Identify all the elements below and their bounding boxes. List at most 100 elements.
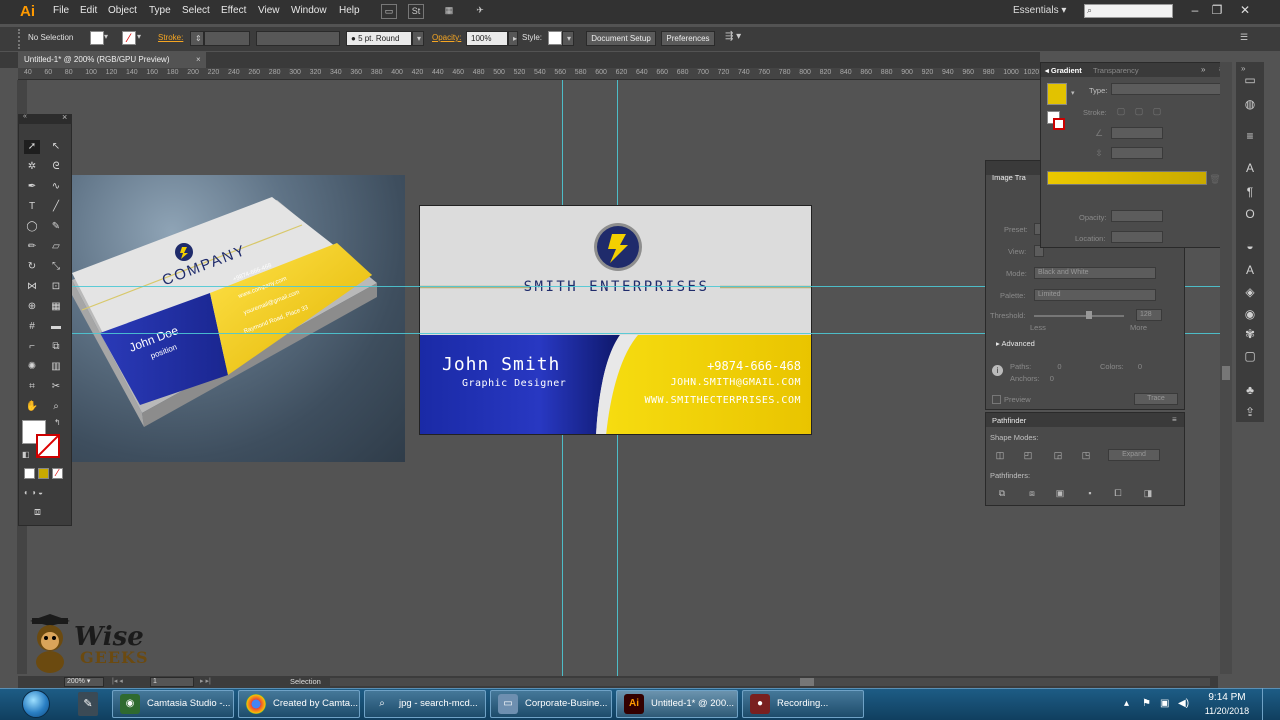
menu-type[interactable]: Type	[149, 5, 171, 16]
control-bar-grip[interactable]	[18, 29, 22, 49]
close-tab-icon[interactable]: ×	[196, 55, 201, 64]
paragraph-icon[interactable]: ≡	[1242, 128, 1258, 144]
asset-export-icon[interactable]: ✾	[1242, 326, 1258, 342]
start-button[interactable]	[22, 690, 50, 718]
menu-window[interactable]: Window	[291, 5, 327, 16]
zoom-dropdown[interactable]: 200% ▾	[64, 677, 104, 687]
color-icon[interactable]: ◍	[1242, 96, 1258, 112]
trim-icon[interactable]: ⧈	[1026, 487, 1038, 499]
fill-color-swatch[interactable]	[90, 31, 104, 45]
zoom-tool-icon[interactable]: ⌕	[48, 400, 64, 414]
threshold-slider[interactable]	[1034, 315, 1124, 317]
clock-date[interactable]: 11/20/2018	[1200, 706, 1254, 716]
scrollbar-thumb[interactable]	[800, 678, 814, 686]
card-phone[interactable]: +9874-666-468	[707, 359, 801, 373]
menu-effect[interactable]: Effect	[221, 5, 246, 16]
variable-width-profile[interactable]	[256, 31, 340, 46]
appearance-icon[interactable]: ◒	[1242, 238, 1258, 254]
blend-tool-icon[interactable]: ⧉	[48, 340, 64, 354]
arrange-documents-icon[interactable]: ▦	[441, 4, 457, 19]
swap-fill-stroke-icon[interactable]: ↰	[54, 418, 61, 427]
next-artboard-icon[interactable]: ▸ ▸|	[200, 677, 211, 685]
expand-button[interactable]: Expand	[1108, 449, 1160, 461]
menu-file[interactable]: File	[53, 5, 69, 16]
location-field[interactable]	[1111, 231, 1163, 243]
show-desktop-button[interactable]	[1262, 688, 1280, 720]
control-bar-menu-icon[interactable]: ☰	[1240, 32, 1248, 43]
show-hidden-icons[interactable]: ▴	[1124, 698, 1129, 709]
artboard-tool-icon[interactable]: ⌗	[24, 380, 40, 394]
free-transform-tool-icon[interactable]: ⊡	[48, 280, 64, 294]
chevron-down-icon[interactable]: ▾	[412, 31, 424, 46]
selection-tool-icon[interactable]: ➚	[24, 140, 40, 154]
gradient-type-dropdown[interactable]	[1111, 83, 1227, 95]
width-tool-icon[interactable]: ⋈	[24, 280, 40, 294]
card-company-name[interactable]: SMITH ENTERPRISES	[420, 279, 811, 295]
clock-time[interactable]: 9:14 PM	[1202, 692, 1252, 703]
rotate-tool-icon[interactable]: ↻	[24, 260, 40, 274]
chevron-down-icon[interactable]: ▾	[104, 32, 108, 41]
scale-tool-icon[interactable]: ⤡	[48, 260, 64, 274]
brush-definition[interactable]: ● 5 pt. Round	[346, 31, 412, 46]
tools-panel-header[interactable]: × «	[18, 112, 72, 124]
network-icon[interactable]: ▣	[1160, 698, 1169, 709]
unite-icon[interactable]: ◫	[994, 449, 1006, 461]
stroke-label[interactable]: Stroke:	[158, 33, 183, 42]
outline-icon[interactable]: ⧠	[1112, 487, 1124, 499]
scrollbar-thumb[interactable]	[1222, 366, 1230, 380]
menu-edit[interactable]: Edit	[80, 5, 97, 16]
hand-tool-icon[interactable]: ✋	[24, 400, 40, 414]
business-card-mockup-photo[interactable]: COMPANY John Doe position +9874-666-468 …	[72, 175, 405, 462]
intersect-icon[interactable]: ◲	[1052, 449, 1064, 461]
angle-field[interactable]	[1111, 127, 1163, 139]
gradient-tool-icon[interactable]: ▬	[48, 320, 64, 334]
bridge-icon[interactable]: ▭	[381, 4, 397, 19]
opentype-icon[interactable]: O	[1242, 206, 1258, 222]
workspace-switcher[interactable]: Essentials ▾	[1013, 5, 1066, 16]
stroke-along-icon[interactable]: ▢	[1133, 105, 1145, 117]
character-icon[interactable]: A	[1242, 160, 1258, 176]
collapse-dock-icon[interactable]: »	[1241, 64, 1245, 73]
minus-back-icon[interactable]: ◨	[1142, 487, 1154, 499]
menu-select[interactable]: Select	[182, 5, 210, 16]
color-mode-icon[interactable]	[24, 468, 35, 479]
direct-selection-tool-icon[interactable]: ↖	[48, 140, 64, 154]
search-input[interactable]	[1084, 4, 1173, 18]
aspect-ratio-field[interactable]	[1111, 147, 1163, 159]
mode-dropdown[interactable]: Black and White	[1034, 267, 1156, 279]
chevron-down-icon[interactable]: ▾	[562, 31, 574, 46]
magic-wand-tool-icon[interactable]: ✲	[24, 160, 40, 174]
threshold-slider-handle[interactable]	[1086, 311, 1092, 319]
card-website[interactable]: WWW.SMITHECTERPRISES.COM	[645, 395, 802, 406]
flag-icon[interactable]: ⚑	[1142, 698, 1151, 709]
stroke-color-swatch[interactable]: ⁄	[122, 31, 136, 45]
menu-help[interactable]: Help	[339, 5, 360, 16]
card-person-name[interactable]: John Smith	[442, 354, 560, 375]
graphic-style-swatch[interactable]	[548, 31, 562, 45]
chevron-down-icon[interactable]: ▾	[1071, 89, 1075, 97]
minus-front-icon[interactable]: ◰	[1022, 449, 1034, 461]
menu-view[interactable]: View	[258, 5, 280, 16]
links-icon[interactable]: ◉	[1242, 306, 1258, 322]
graphic-styles-icon[interactable]: A	[1242, 262, 1258, 278]
pen-tool-icon[interactable]: ✒	[24, 180, 40, 194]
slice-tool-icon[interactable]: ✂	[48, 380, 64, 394]
artboards-icon[interactable]: ▢	[1242, 348, 1258, 364]
gradient-mode-icon[interactable]	[38, 468, 49, 479]
divide-icon[interactable]: ⧉	[996, 487, 1008, 499]
document-tab[interactable]: Untitled-1* @ 200% (RGB/GPU Preview) ×	[18, 52, 206, 68]
artboard-dropdown[interactable]: 1	[150, 677, 194, 687]
stroke-within-icon[interactable]: ▢	[1115, 105, 1127, 117]
line-tool-icon[interactable]: ╱	[48, 200, 64, 214]
artboard-business-card[interactable]: SMITH ENTERPRISES John Smith Graphic Des…	[419, 205, 812, 435]
align-icon[interactable]: ⇶ ▾	[725, 31, 741, 42]
preferences-button[interactable]: Preferences	[661, 31, 715, 46]
tab-gradient[interactable]: ◂ Gradient	[1045, 66, 1082, 75]
first-artboard-icon[interactable]: |◂ ◂	[112, 677, 123, 685]
color-guide-icon[interactable]: ▭	[1242, 72, 1258, 88]
exclude-icon[interactable]: ◳	[1080, 449, 1092, 461]
pinned-app-icon[interactable]: ✎	[78, 692, 98, 716]
stroke-icon[interactable]	[1053, 118, 1065, 130]
eraser-tool-icon[interactable]: ▱	[48, 240, 64, 254]
horizontal-scrollbar[interactable]	[330, 678, 1210, 686]
